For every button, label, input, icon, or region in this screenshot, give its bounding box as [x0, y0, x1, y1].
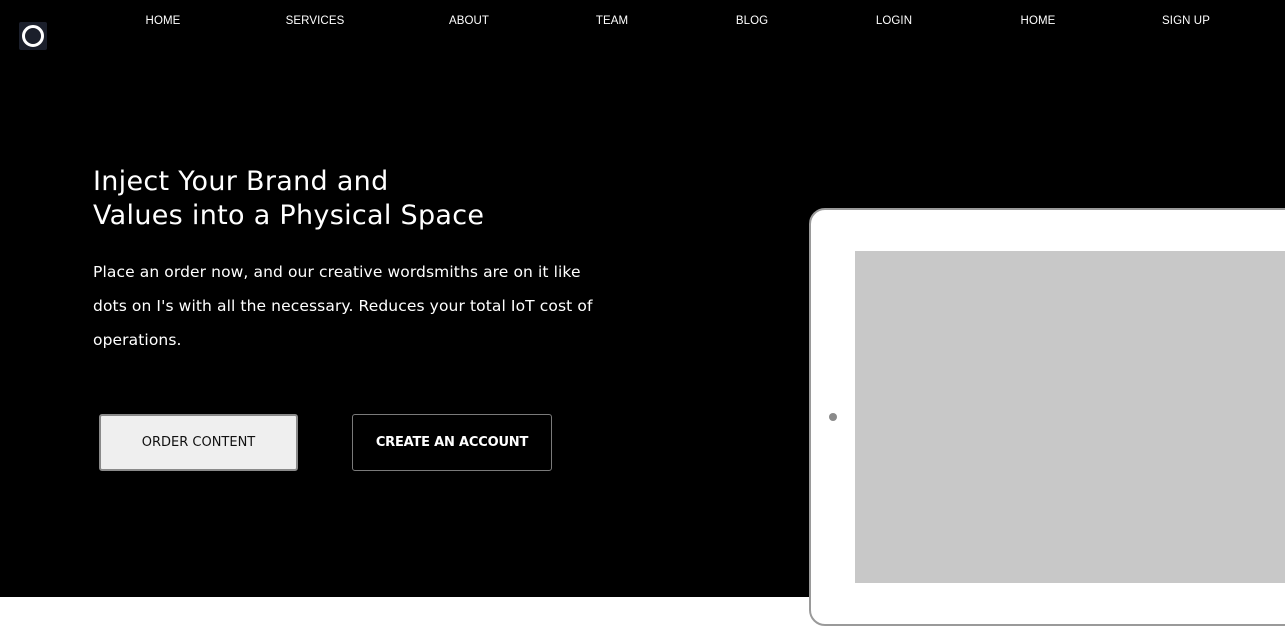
nav-item-team[interactable]: TEAM — [596, 15, 628, 27]
nav-item-services[interactable]: SERVICES — [286, 15, 345, 27]
hero-headline-line-1: Inject Your Brand and — [93, 166, 389, 197]
nav-item-home-2[interactable]: HOME — [1021, 15, 1056, 27]
nav-item-login[interactable]: LOGIN — [876, 15, 912, 27]
logo-ring — [22, 25, 44, 47]
camera-dot-icon — [829, 413, 837, 421]
hero-headline-line-2: Values into a Physical Space — [93, 200, 485, 231]
tablet-screen — [855, 251, 1285, 583]
ring-logo-icon[interactable] — [19, 22, 47, 50]
hero-description: Place an order now, and our creative wor… — [93, 263, 593, 349]
nav-item-sign-up[interactable]: SIGN UP — [1162, 15, 1210, 27]
hero-headline: Inject Your Brand and Values into a Phys… — [93, 165, 484, 233]
tablet-mockup — [809, 208, 1285, 626]
order-content-button[interactable]: ORDER CONTENT — [99, 414, 298, 471]
nav-item-blog[interactable]: BLOG — [736, 15, 768, 27]
create-account-button[interactable]: CREATE AN ACCOUNT — [352, 414, 552, 471]
nav-item-home[interactable]: HOME — [146, 15, 181, 27]
nav-item-about[interactable]: ABOUT — [449, 15, 489, 27]
